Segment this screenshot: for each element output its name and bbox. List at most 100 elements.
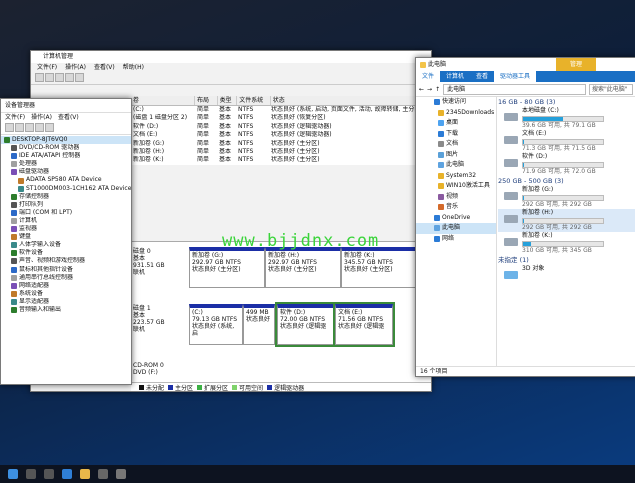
start-icon[interactable]: [8, 469, 18, 479]
device-tree-item[interactable]: 通用串行总线控制器: [1, 274, 131, 282]
column-header[interactable]: 状态: [271, 96, 431, 105]
drive-item[interactable]: 软件 (D:) 71.9 GB 可用, 共 72.0 GB: [498, 153, 635, 176]
forward-icon[interactable]: →: [427, 86, 432, 93]
volume-row[interactable]: 新加卷 (G:) 简单 基本 NTFS 状态良好 (主分区): [131, 140, 431, 148]
column-header[interactable]: 类型: [218, 96, 238, 105]
partition[interactable]: 文档 (E:) 71.56 GB NTFS 状态良好 (逻辑驱: [333, 302, 395, 347]
nav-item[interactable]: 2345Downloads: [416, 108, 496, 119]
address-bar[interactable]: 此电脑: [443, 83, 586, 95]
device-tree-item[interactable]: 处理器: [1, 160, 131, 168]
drive-item[interactable]: 新加卷 (K:) 310 GB 可用, 共 345 GB: [498, 232, 635, 255]
search-input[interactable]: 搜索"此电脑": [589, 83, 633, 95]
volume-row[interactable]: 文档 (E:) 简单 基本 NTFS 状态良好 (逻辑驱动器): [131, 131, 431, 139]
search-icon[interactable]: [26, 469, 36, 479]
device-tree-item[interactable]: 监视器: [1, 225, 131, 233]
partition[interactable]: 499 MB 状态良好: [243, 304, 275, 345]
store-icon[interactable]: [98, 469, 108, 479]
partition[interactable]: 新加卷 (H:) 292.97 GB NTFS 状态良好 (主分区): [265, 247, 341, 288]
cm-menu-item[interactable]: 操作(A): [65, 64, 86, 71]
ribbon-manage-tab[interactable]: 管理: [555, 58, 596, 71]
column-header[interactable]: 文件系统: [237, 96, 271, 105]
volume-row[interactable]: 新加卷 (H:) 简单 基本 NTFS 状态良好 (主分区): [131, 148, 431, 156]
view-icon[interactable]: [25, 123, 34, 132]
up-icon[interactable]: ↑: [435, 86, 440, 93]
ribbon-tab[interactable]: 查看: [470, 71, 494, 82]
explorer-icon[interactable]: [80, 469, 90, 479]
device-tree-item[interactable]: 存储控制器: [1, 193, 131, 201]
task-view-icon[interactable]: [44, 469, 54, 479]
scan-icon[interactable]: [45, 123, 54, 132]
nav-item[interactable]: 图片: [416, 150, 496, 161]
forward-icon[interactable]: [15, 123, 24, 132]
partition[interactable]: 新加卷 (K:) 345.57 GB NTFS 状态良好 (主分区): [341, 247, 417, 288]
nav-item[interactable]: 此电脑: [416, 160, 496, 171]
column-header[interactable]: 卷: [131, 96, 195, 105]
disk1-label[interactable]: 磁盘 1 基本 223.57 GB 联机: [133, 305, 185, 333]
device-tree-item[interactable]: 人体学输入设备: [1, 241, 131, 249]
nav-item[interactable]: 下载: [416, 129, 496, 140]
cm-menu-item[interactable]: 查看(V): [94, 64, 115, 71]
help-icon[interactable]: [75, 73, 84, 82]
volume-row[interactable]: (C:) 简单 基本 NTFS 状态良好 (系统, 启动, 页面文件, 活动, 故障转储…: [131, 106, 431, 114]
nav-item[interactable]: 快速访问: [416, 97, 496, 108]
device-tree-item[interactable]: IDE ATA/ATAPI 控制器: [1, 152, 131, 160]
device-tree-item[interactable]: 鼠标和其他指针设备: [1, 266, 131, 274]
device-tree-item[interactable]: ST1000DM003-1CH162 ATA Device: [1, 185, 131, 193]
nav-item[interactable]: 音乐: [416, 202, 496, 213]
partition[interactable]: 软件 (D:) 72.00 GB NTFS 状态良好 (逻辑驱: [275, 302, 337, 347]
nav-item[interactable]: 此电脑: [416, 223, 496, 234]
drive-item[interactable]: 本地磁盘 (C:) 39.6 GB 可用, 共 79.1 GB: [498, 107, 635, 130]
partition[interactable]: 新加卷 (G:) 292.97 GB NTFS 状态良好 (主分区): [189, 247, 265, 288]
volume-row[interactable]: (磁盘 1 磁盘分区 2) 简单 基本 NTFS 状态良好 (恢复分区): [131, 114, 431, 122]
dm-menu-item[interactable]: 查看(V): [58, 114, 79, 121]
nav-item[interactable]: 桌面: [416, 118, 496, 129]
disk0-label[interactable]: 磁盘 0 基本 931.51 GB 联机: [133, 248, 185, 276]
drive-item[interactable]: 3D 对象: [498, 265, 635, 288]
nav-item[interactable]: WIN10激活工具: [416, 181, 496, 192]
device-tree-item[interactable]: 系统设备: [1, 290, 131, 298]
drive-item[interactable]: 新加卷 (G:) 292 GB 可用, 共 292 GB: [498, 186, 635, 209]
device-tree-item[interactable]: 打印队列: [1, 201, 131, 209]
app-icon[interactable]: [116, 469, 126, 479]
cm-menu-item[interactable]: 文件(F): [37, 64, 57, 71]
back-icon[interactable]: [5, 123, 14, 132]
device-tree-item[interactable]: DESKTOP-8JT6VQ0: [1, 136, 131, 145]
drive-group-header[interactable]: 未指定 (1): [498, 255, 635, 265]
back-icon[interactable]: [35, 73, 44, 82]
cm-menu-item[interactable]: 帮助(H): [123, 64, 144, 71]
nav-item[interactable]: 网络: [416, 234, 496, 245]
forward-icon[interactable]: [45, 73, 54, 82]
device-tree-item[interactable]: 显示适配器: [1, 298, 131, 306]
device-tree-item[interactable]: 磁盘驱动器: [1, 168, 131, 176]
device-tree-item[interactable]: 网络适配器: [1, 282, 131, 290]
ribbon-tab-drive-tools[interactable]: 驱动器工具: [494, 71, 537, 82]
nav-item[interactable]: 视频: [416, 192, 496, 203]
back-icon[interactable]: ←: [419, 86, 424, 93]
volume-row[interactable]: 新加卷 (K:) 简单 基本 NTFS 状态良好 (主分区): [131, 156, 431, 164]
properties-icon[interactable]: [65, 73, 74, 82]
device-tree-item[interactable]: 计算机: [1, 217, 131, 225]
dm-menu-item[interactable]: 操作(A): [31, 114, 52, 121]
drive-group-header[interactable]: 250 GB - 500 GB (3): [498, 176, 635, 186]
drive-item[interactable]: 新加卷 (H:) 292 GB 可用, 共 292 GB: [498, 209, 635, 232]
help-icon[interactable]: [35, 123, 44, 132]
volume-row[interactable]: 软件 (D:) 简单 基本 NTFS 状态良好 (逻辑驱动器): [131, 123, 431, 131]
nav-item[interactable]: System32: [416, 171, 496, 182]
partition[interactable]: (C:) 79.13 GB NTFS 状态良好 (系统, 启: [189, 304, 243, 345]
device-tree-item[interactable]: DVD/CD-ROM 驱动器: [1, 144, 131, 152]
drive-item[interactable]: 文档 (E:) 71.3 GB 可用, 共 71.5 GB: [498, 130, 635, 153]
device-tree-item[interactable]: 端口 (COM 和 LPT): [1, 209, 131, 217]
column-header[interactable]: 布局: [195, 96, 218, 105]
device-tree-item[interactable]: 软件设备: [1, 249, 131, 257]
drive-group-header[interactable]: 16 GB - 80 GB (3): [498, 97, 635, 107]
dm-menu-item[interactable]: 文件(F): [5, 114, 25, 121]
ribbon-tab[interactable]: 文件: [416, 71, 441, 82]
cdrom-label[interactable]: CD-ROM 0 DVD (F:): [133, 362, 185, 376]
device-tree-item[interactable]: 键盘: [1, 233, 131, 241]
device-tree-item[interactable]: 声音、视频和游戏控制器: [1, 257, 131, 265]
nav-item[interactable]: 文档: [416, 139, 496, 150]
edge-icon[interactable]: [62, 469, 72, 479]
up-icon[interactable]: [55, 73, 64, 82]
device-tree-item[interactable]: ADATA SP580 ATA Device: [1, 176, 131, 184]
ribbon-tab[interactable]: 计算机: [440, 71, 470, 82]
